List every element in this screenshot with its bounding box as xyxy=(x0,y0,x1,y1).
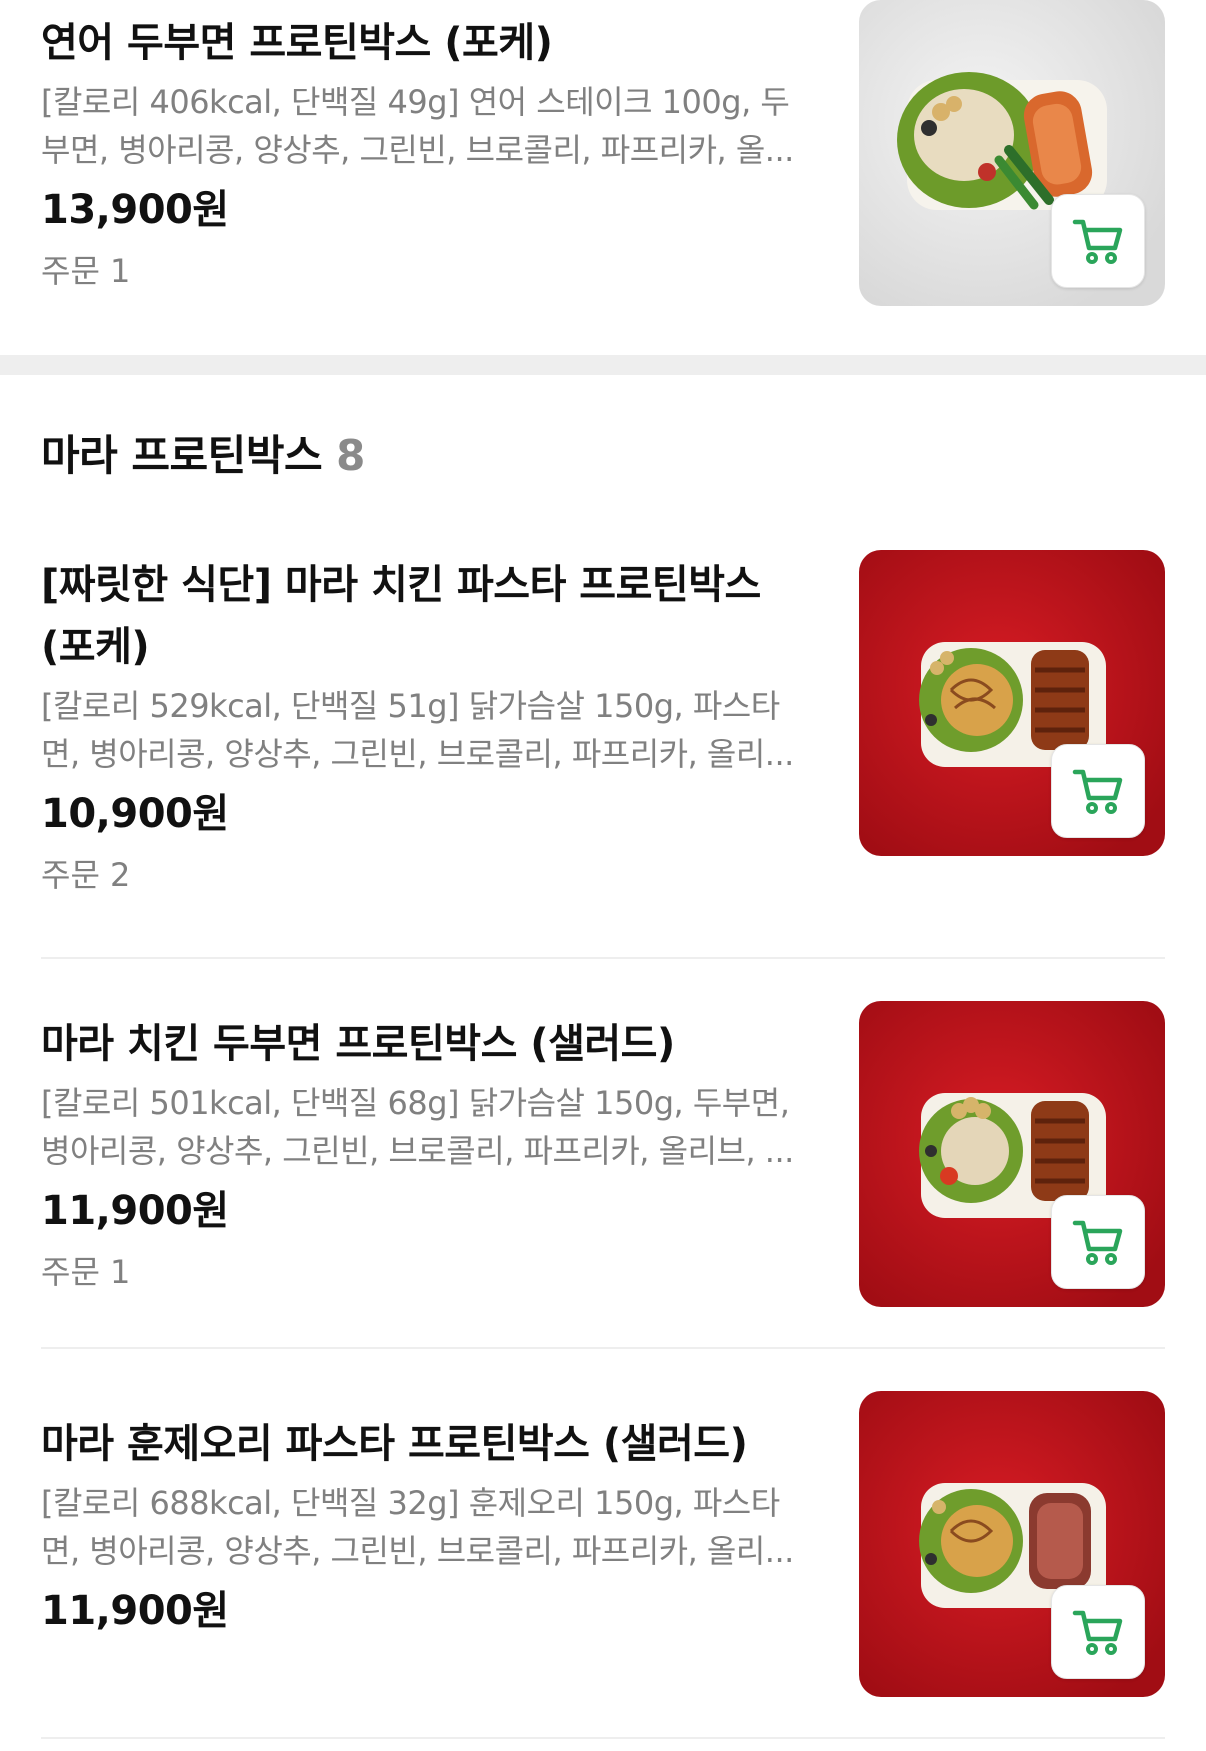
menu-item[interactable]: 마라 훈제오리 파스타 프로틴박스 (샐러드) [칼로리 688kcal, 단백… xyxy=(0,1391,1206,1731)
item-price: 11,900원 xyxy=(41,1588,229,1634)
menu-item[interactable]: [짜릿한 식단] 마라 치킨 파스타 프로틴박스 (포케) [칼로리 529kc… xyxy=(0,550,1206,950)
item-description: [칼로리 406kcal, 단백질 49g] 연어 스테이크 100g, 두부면… xyxy=(41,83,794,169)
item-order-count: 주문 2 xyxy=(41,856,131,894)
item-description: [칼로리 529kcal, 단백질 51g] 닭가슴살 150g, 파스타면, … xyxy=(41,687,794,773)
section-divider xyxy=(0,355,1206,375)
add-to-cart-button[interactable] xyxy=(1051,1585,1145,1679)
menu-item[interactable]: 마라 치킨 두부면 프로틴박스 (샐러드) [칼로리 501kcal, 단백질 … xyxy=(0,1001,1206,1341)
item-description: [칼로리 501kcal, 단백질 68g] 닭가슴살 150g, 두부면, 병… xyxy=(41,1084,794,1170)
menu-item[interactable]: 연어 두부면 프로틴박스 (포케) [칼로리 406kcal, 단백질 49g]… xyxy=(0,0,1206,340)
item-title: 마라 훈제오리 파스타 프로틴박스 (샐러드) xyxy=(41,1421,748,1467)
item-image[interactable] xyxy=(859,1391,1165,1697)
cart-icon xyxy=(1072,1610,1123,1655)
item-description: [칼로리 688kcal, 단백질 32g] 훈제오리 150g, 파스타면, … xyxy=(41,1484,794,1570)
item-image[interactable] xyxy=(859,550,1165,856)
item-divider xyxy=(41,1737,1165,1739)
add-to-cart-button[interactable] xyxy=(1051,1195,1145,1289)
add-to-cart-button[interactable] xyxy=(1051,744,1145,838)
cart-icon xyxy=(1072,219,1123,264)
section-count: 8 xyxy=(336,431,365,480)
item-order-count: 주문 1 xyxy=(41,1253,131,1291)
item-divider xyxy=(41,957,1165,959)
item-image[interactable] xyxy=(859,0,1165,306)
cart-icon xyxy=(1072,1220,1123,1265)
item-title: [짜릿한 식단] 마라 치킨 파스타 프로틴박스 (포케) xyxy=(41,562,761,670)
section-title-text: 마라 프로틴박스 xyxy=(41,431,323,480)
item-title: 마라 치킨 두부면 프로틴박스 (샐러드) xyxy=(41,1021,675,1067)
item-divider xyxy=(41,1347,1165,1349)
section-title: 마라 프로틴박스 8 xyxy=(41,425,365,487)
item-title: 연어 두부면 프로틴박스 (포케) xyxy=(41,20,553,66)
item-order-count: 주문 1 xyxy=(41,252,131,290)
item-price: 10,900원 xyxy=(41,791,229,837)
item-price: 13,900원 xyxy=(41,187,229,233)
cart-icon xyxy=(1072,769,1123,814)
item-price: 11,900원 xyxy=(41,1188,229,1234)
item-image[interactable] xyxy=(859,1001,1165,1307)
add-to-cart-button[interactable] xyxy=(1051,194,1145,288)
